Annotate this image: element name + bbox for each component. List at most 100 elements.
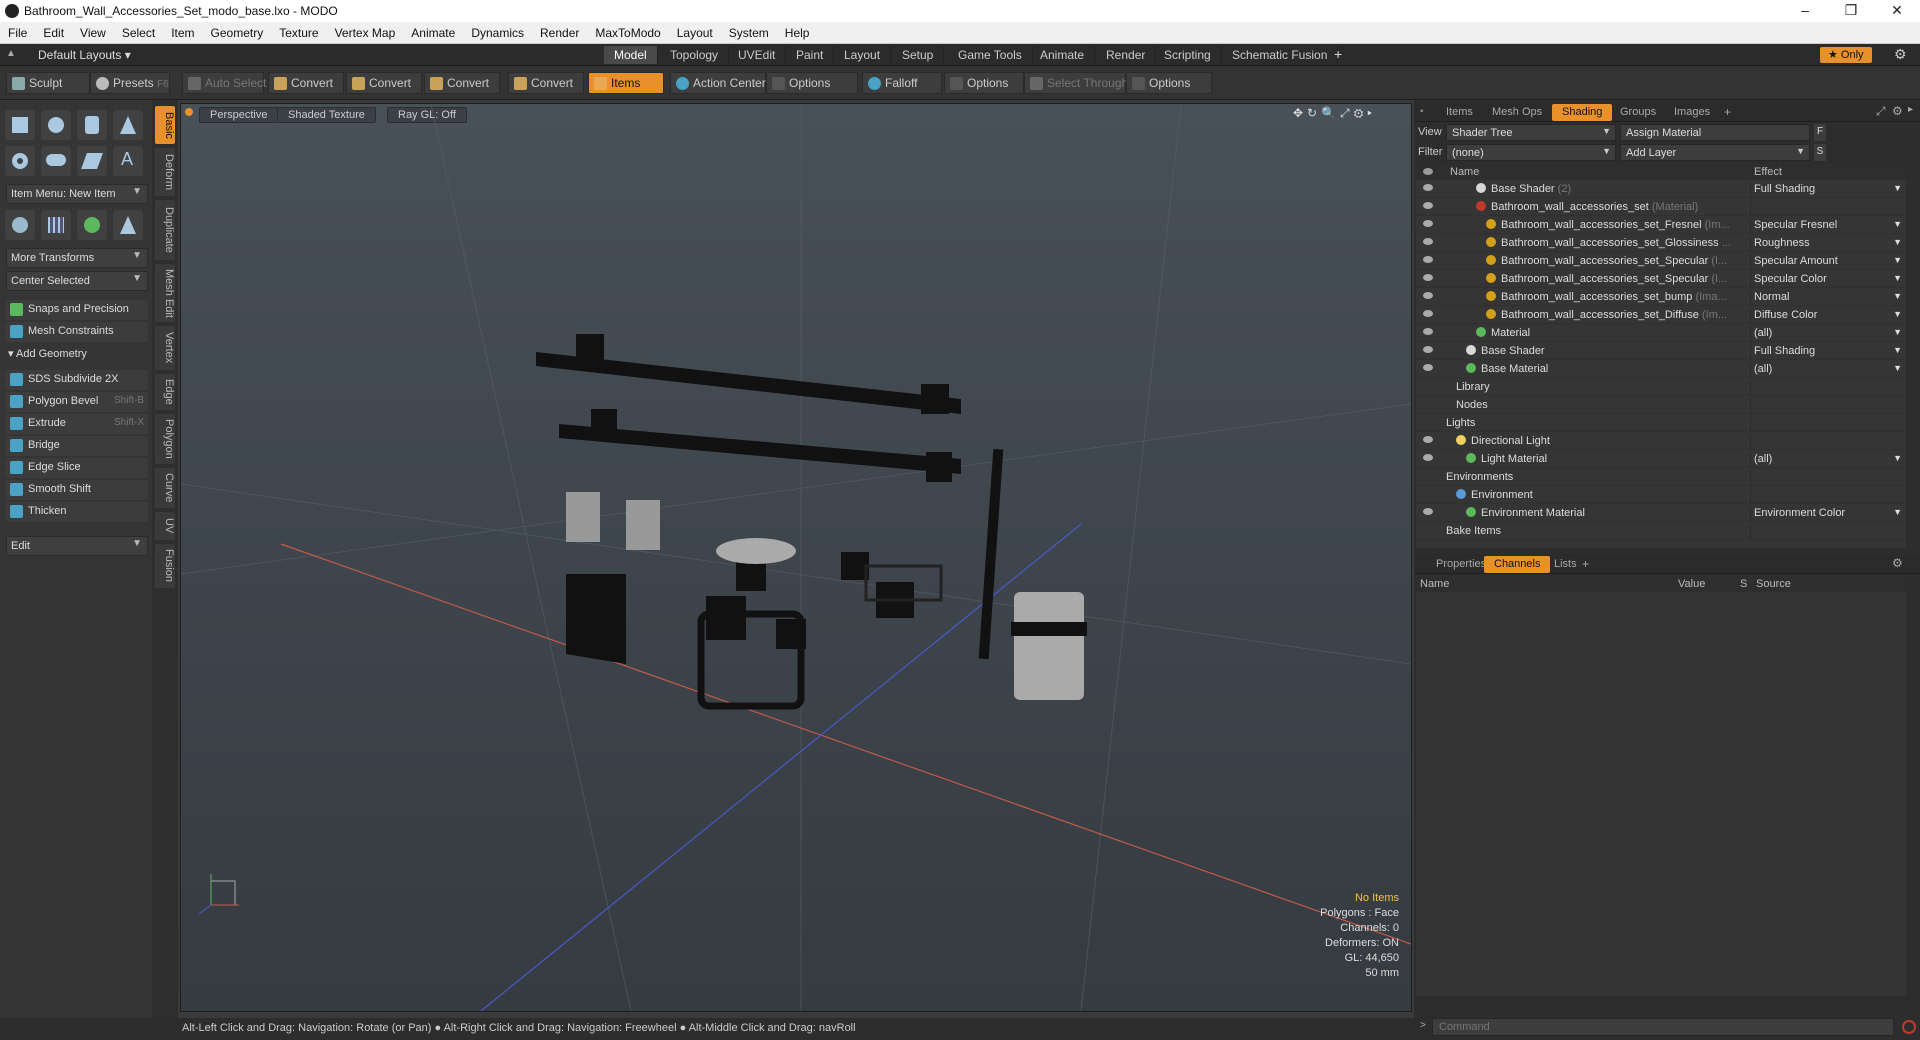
effect-cell[interactable] (1750, 381, 1906, 396)
tab-paint[interactable]: Paint (786, 46, 835, 64)
tree-row[interactable]: Base Shader (2) Full Shading ▼ (1416, 180, 1906, 198)
convert-polygons-button[interactable]: Convert (424, 72, 500, 94)
3d-viewport[interactable]: Perspective Shaded Texture Ray GL: Off ✥… (180, 103, 1412, 1012)
effect-cell[interactable] (1750, 399, 1906, 414)
sculpt-button[interactable]: Sculpt (6, 72, 90, 94)
effect-cell[interactable]: Specular Fresnel ▼ (1750, 219, 1906, 234)
visibility-eye-icon[interactable] (1423, 436, 1433, 443)
snaps-precision-button[interactable]: Snaps and Precision (6, 300, 148, 320)
channel-source-header[interactable]: Source (1756, 578, 1791, 590)
panel-gear-icon[interactable]: ⚙ (1892, 556, 1903, 570)
tab-groups[interactable]: Groups (1610, 104, 1666, 121)
minimize-button[interactable]: – (1782, 0, 1828, 22)
visibility-eye-icon[interactable] (1423, 310, 1433, 317)
visibility-eye-icon[interactable] (1423, 364, 1433, 371)
assign-material-button[interactable]: Assign Material (1620, 124, 1810, 141)
tree-row[interactable]: Environment (1416, 486, 1906, 504)
extrude-button[interactable]: Extrude Shift-X (6, 414, 148, 434)
menu-texture[interactable]: Texture (271, 22, 326, 40)
settings-gear-icon[interactable]: ⚙ (1894, 46, 1907, 63)
bridge-button[interactable]: Bridge (6, 436, 148, 456)
tree-row[interactable]: Library (1416, 378, 1906, 396)
panel-menu-icon[interactable]: ▪ (1420, 106, 1424, 117)
tab-setup[interactable]: Setup (892, 46, 945, 64)
convert-materials-button[interactable]: Convert (508, 72, 584, 94)
tab-shading[interactable]: Shading (1552, 104, 1613, 121)
item-menu-dropdown[interactable]: Item Menu: New Item ▼ (6, 184, 148, 204)
effect-cell[interactable] (1750, 471, 1906, 486)
tree-row[interactable]: Bathroom_wall_accessories_set_Fresnel (I… (1416, 216, 1906, 234)
menu-item[interactable]: Item (163, 22, 202, 40)
tree-row[interactable]: Bathroom_wall_accessories_set_bump (Ima.… (1416, 288, 1906, 306)
menu-file[interactable]: File (0, 22, 35, 40)
channel-name-header[interactable]: Name (1420, 578, 1449, 590)
mesh-constraints-button[interactable]: Mesh Constraints (6, 322, 148, 342)
action-center-options-button[interactable]: Options (766, 72, 858, 94)
menu-select[interactable]: Select (114, 22, 163, 40)
menu-vertex-map[interactable]: Vertex Map (327, 22, 404, 40)
menu-maxtomodo[interactable]: MaxToModo (587, 22, 668, 40)
menu-render[interactable]: Render (532, 22, 587, 40)
auto-select-button[interactable]: Auto Select (182, 72, 266, 94)
effect-cell[interactable] (1750, 525, 1906, 540)
tree-row[interactable]: Bathroom_wall_accessories_set_Glossiness… (1416, 234, 1906, 252)
smooth-shift-button[interactable]: Smooth Shift (6, 480, 148, 500)
effect-cell[interactable]: Full Shading ▼ (1750, 183, 1906, 198)
tree-row[interactable]: Lights (1416, 414, 1906, 432)
grid-tool-button[interactable] (41, 210, 71, 240)
capsule-primitive-button[interactable] (41, 146, 71, 176)
vtab-polygon[interactable]: Polygon (155, 414, 175, 464)
tab-channels[interactable]: Channels (1484, 556, 1551, 573)
effect-cell[interactable]: (all) ▼ (1750, 363, 1906, 378)
tab-render[interactable]: Render (1096, 46, 1157, 64)
visibility-eye-icon[interactable] (1423, 328, 1433, 335)
thicken-button[interactable]: Thicken (6, 502, 148, 522)
pen-tool-button[interactable] (77, 146, 107, 176)
visibility-eye-icon[interactable] (1423, 454, 1433, 461)
expand-icon[interactable]: ⤢ (1876, 104, 1886, 119)
menu-animate[interactable]: Animate (403, 22, 463, 40)
assign-material-shortcut[interactable]: F (1814, 124, 1826, 141)
tab-uvedit[interactable]: UVEdit (728, 46, 787, 64)
vtab-duplicate[interactable]: Duplicate (155, 200, 175, 260)
tree-row[interactable]: Environment Material Environment Color ▼ (1416, 504, 1906, 522)
select-through-options-button[interactable]: Options (1126, 72, 1212, 94)
tree-row[interactable]: Bathroom_wall_accessories_set_Diffuse (I… (1416, 306, 1906, 324)
stairs-tool-button[interactable] (113, 210, 143, 240)
tree-row[interactable]: Base Shader Full Shading ▼ (1416, 342, 1906, 360)
edit-dropdown[interactable]: Edit ▼ (6, 536, 148, 556)
menu-geometry[interactable]: Geometry (203, 22, 272, 40)
vtab-fusion[interactable]: Fusion (155, 544, 175, 588)
effect-cell[interactable]: Roughness ▼ (1750, 237, 1906, 252)
tree-row[interactable]: Bathroom_wall_accessories_set (Material) (1416, 198, 1906, 216)
vtab-basic[interactable]: Basic (155, 106, 175, 144)
items-mode-button[interactable]: Items (588, 72, 664, 94)
name-column-header[interactable]: Name (1450, 166, 1479, 178)
tab-schematic-fusion[interactable]: Schematic Fusion (1222, 46, 1339, 64)
cone-primitive-button[interactable] (113, 110, 143, 140)
effect-cell[interactable] (1750, 435, 1906, 450)
tree-row[interactable]: Bake Items (1416, 522, 1906, 540)
globe-tool-button[interactable] (77, 210, 107, 240)
tab-topology[interactable]: Topology (660, 46, 730, 64)
falloff-button[interactable]: Falloff (862, 72, 942, 94)
center-selected-dropdown[interactable]: Center Selected ▼ (6, 271, 148, 291)
effect-cell[interactable] (1750, 417, 1906, 432)
effect-cell[interactable]: Specular Color ▼ (1750, 273, 1906, 288)
vtab-mesh-edit[interactable]: Mesh Edit (155, 264, 175, 322)
transform-tool-button[interactable] (5, 210, 35, 240)
channel-value-header[interactable]: Value (1678, 578, 1705, 590)
tab-model[interactable]: Model (604, 46, 658, 64)
menu-dynamics[interactable]: Dynamics (463, 22, 532, 40)
tab-scripting[interactable]: Scripting (1154, 46, 1222, 64)
menu-layout[interactable]: Layout (669, 22, 721, 40)
tree-row[interactable]: Environments (1416, 468, 1906, 486)
menu-help[interactable]: Help (777, 22, 818, 40)
presets-button[interactable]: Presets F6 (90, 72, 170, 94)
effect-cell[interactable]: Environment Color ▼ (1750, 507, 1906, 522)
torus-primitive-button[interactable] (5, 146, 35, 176)
tab-layout[interactable]: Layout (834, 46, 892, 64)
vtab-vertex[interactable]: Vertex (155, 326, 175, 370)
sds-subdivide-button[interactable]: SDS Subdivide 2X (6, 370, 148, 390)
visibility-eye-icon[interactable] (1423, 346, 1433, 353)
